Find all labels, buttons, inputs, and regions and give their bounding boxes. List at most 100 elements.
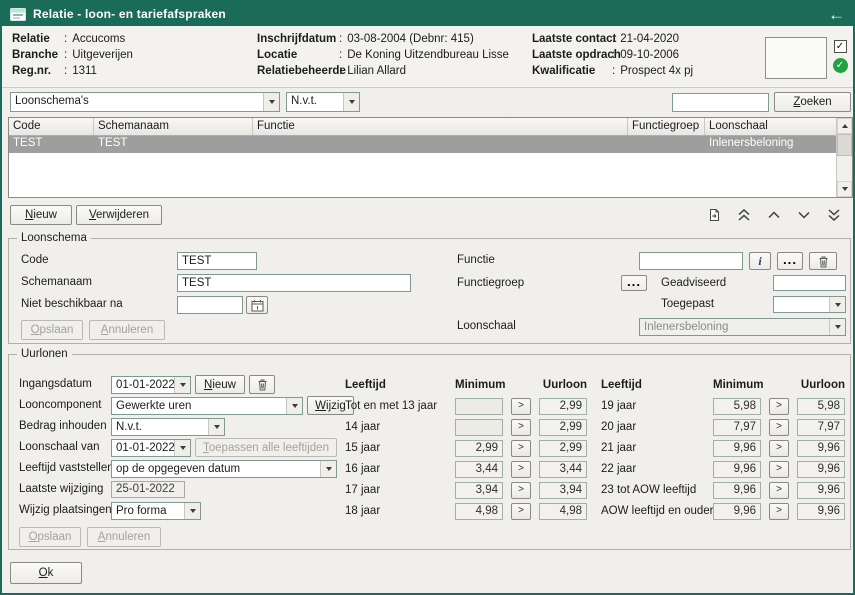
export-icon [707, 208, 721, 222]
scroll-thumb[interactable] [837, 134, 852, 156]
toepassen-alle-leeftijden-button[interactable]: Toepassen alle leeftijden [195, 438, 337, 457]
loonschaal-select[interactable]: Inlenersbeloning [639, 318, 846, 336]
copy-minimum-button[interactable]: > [769, 461, 789, 478]
minimum-input[interactable] [455, 503, 503, 520]
move-top-button[interactable] [733, 206, 755, 225]
looncomponent-select[interactable]: Gewerkte uren [111, 397, 303, 415]
functie-browse-button[interactable]: ... [777, 252, 803, 270]
opslaan-button[interactable]: Opslaan [21, 320, 83, 340]
scroll-up-button[interactable] [837, 118, 852, 134]
bedrag-inhouden-select[interactable]: N.v.t. [111, 418, 225, 436]
copy-minimum-button[interactable]: > [511, 398, 531, 415]
wijzig-plaatsingen-select[interactable]: Pro forma [111, 502, 201, 520]
uurloon-input[interactable] [797, 398, 845, 415]
loonschaal-van-select[interactable]: 01-01-2022 [111, 439, 191, 457]
move-down-button[interactable] [793, 206, 815, 225]
col-header-functie[interactable]: Functie [253, 118, 628, 135]
minimum-input[interactable] [455, 461, 503, 478]
col-header-loonschaal[interactable]: Loonschaal [705, 118, 836, 135]
copy-minimum-button[interactable]: > [511, 440, 531, 457]
copy-minimum-button[interactable]: > [511, 419, 531, 436]
uurloon-input[interactable] [797, 440, 845, 457]
col-header-functiegroep[interactable]: Functiegroep [628, 118, 705, 135]
uurloon-input[interactable] [797, 419, 845, 436]
copy-minimum-button[interactable]: > [769, 419, 789, 436]
functie-info-button[interactable]: i [749, 252, 771, 270]
copy-minimum-button[interactable]: > [769, 440, 789, 457]
greater-than-icon: > [518, 506, 524, 516]
export-button[interactable] [703, 206, 725, 225]
minimum-input[interactable] [455, 398, 503, 415]
minimum-input[interactable] [455, 440, 503, 457]
greater-than-icon: > [776, 485, 782, 495]
uurloon-input[interactable] [539, 440, 587, 457]
minimum-input[interactable] [455, 482, 503, 499]
age-label: Tot en met 13 jaar [345, 400, 455, 412]
move-bottom-button[interactable] [823, 206, 845, 225]
zoeken-button[interactable]: Zoeken [774, 92, 851, 112]
minimum-input[interactable] [713, 398, 761, 415]
age-label: 22 jaar [601, 463, 713, 475]
ingangsdatum-nieuw-button[interactable]: Nieuw [195, 375, 245, 394]
uurloon-input[interactable] [539, 503, 587, 520]
functiegroep-browse-button[interactable]: ... [621, 275, 647, 291]
colon: : [64, 31, 67, 47]
scroll-track[interactable] [837, 156, 852, 181]
minimum-input[interactable] [713, 461, 761, 478]
approved-checkbox[interactable]: ✓ [834, 40, 847, 53]
annuleren-button-uurlonen[interactable]: Annuleren [87, 527, 161, 547]
schema-table: Code Schemanaam Functie Functiegroep Loo… [8, 117, 853, 198]
leeftijd-vaststellen-select[interactable]: op de opgegeven datum [111, 460, 337, 478]
table-row[interactable]: TEST TEST Inlenersbeloning [9, 136, 836, 153]
uurloon-input[interactable] [797, 482, 845, 499]
opslaan-button-uurlonen[interactable]: Opslaan [19, 527, 81, 547]
col-header-schemanaam[interactable]: Schemanaam [94, 118, 253, 135]
info-label: Relatie [12, 31, 64, 47]
scroll-down-button[interactable] [837, 181, 852, 197]
move-up-button[interactable] [763, 206, 785, 225]
minimum-input[interactable] [713, 482, 761, 499]
col-header-code[interactable]: Code [9, 118, 94, 135]
toegepast-select[interactable] [773, 296, 846, 313]
copy-minimum-button[interactable]: > [769, 482, 789, 499]
info-value: Accucoms [72, 33, 125, 45]
copy-minimum-button[interactable]: > [769, 398, 789, 415]
copy-minimum-button[interactable]: > [769, 503, 789, 520]
filter-select[interactable]: N.v.t. [286, 92, 360, 112]
calendar-button[interactable] [246, 296, 268, 314]
minimum-input[interactable] [713, 503, 761, 520]
uurloon-input[interactable] [797, 461, 845, 478]
uurloon-input[interactable] [539, 398, 587, 415]
uurloon-input[interactable] [539, 419, 587, 436]
functie-delete-button[interactable] [809, 252, 837, 270]
ingangsdatum-select[interactable]: 01-01-2022 [111, 376, 191, 394]
copy-minimum-button[interactable]: > [511, 503, 531, 520]
ingangsdatum-delete-button[interactable] [249, 375, 275, 394]
verwijderen-button[interactable]: Verwijderen [76, 205, 162, 225]
niet-beschikbaar-input[interactable] [177, 296, 243, 314]
selected-value: Inlenersbeloning [640, 319, 829, 335]
table-body[interactable]: TEST TEST Inlenersbeloning [9, 136, 836, 197]
functie-input[interactable] [639, 252, 743, 270]
back-button[interactable]: ← [828, 6, 845, 23]
uurloon-input[interactable] [797, 503, 845, 520]
uurloon-input[interactable] [539, 461, 587, 478]
schema-type-select[interactable]: Loonschema's [10, 92, 280, 112]
search-input[interactable] [672, 93, 769, 112]
nieuw-button[interactable]: Nieuw [10, 205, 72, 225]
minimum-input[interactable] [713, 419, 761, 436]
annuleren-button[interactable]: Annuleren [89, 320, 165, 340]
scrollbar[interactable] [836, 118, 852, 197]
geadviseerd-input[interactable] [773, 275, 846, 291]
copy-minimum-button[interactable]: > [511, 482, 531, 499]
laatste-wijziging-label: Laatste wijziging [19, 483, 103, 495]
minimum-input[interactable] [713, 440, 761, 457]
schemanaam-input[interactable] [177, 274, 411, 292]
ok-button[interactable]: Ok [10, 562, 82, 584]
uurloon-input[interactable] [539, 482, 587, 499]
copy-minimum-button[interactable]: > [511, 461, 531, 478]
code-input[interactable] [177, 252, 257, 270]
minimum-input[interactable] [455, 419, 503, 436]
colon: : [339, 31, 342, 47]
info-label: Reg.nr. [12, 63, 64, 79]
